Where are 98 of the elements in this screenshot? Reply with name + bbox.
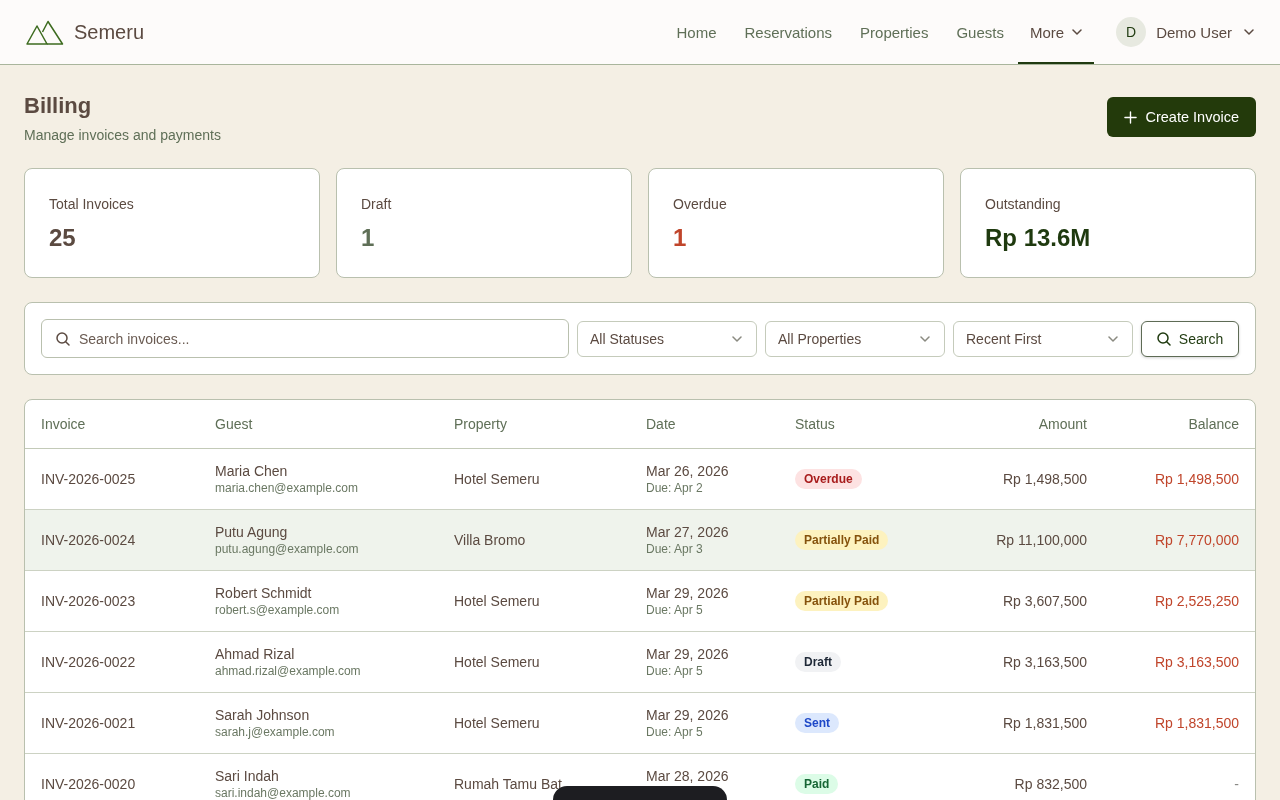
- filter-dropdown[interactable]: All Statuses: [577, 320, 757, 357]
- filter-dropdown[interactable]: Recent First: [953, 320, 1133, 357]
- invoice-date: Mar 27, 2026: [646, 523, 729, 541]
- property-name: Hotel Semeru: [454, 593, 541, 609]
- balance-amount: Rp 3,163,500: [1154, 654, 1239, 670]
- guest-email: sari.indah@example.com: [215, 785, 351, 800]
- invoice-amount: Rp 3,163,500: [1002, 654, 1087, 670]
- property-name: Hotel Semeru: [454, 471, 541, 487]
- due-date: Due: Apr 5: [646, 663, 703, 679]
- search-icon: [56, 332, 70, 346]
- brand-name: Semeru: [74, 20, 145, 44]
- guest-name: Ahmad Rizal: [215, 645, 295, 663]
- column-header: Guest: [215, 416, 254, 432]
- guest-email: ahmad.rizal@example.com: [215, 663, 361, 679]
- nav-link[interactable]: Home: [662, 0, 731, 64]
- invoice-number: INV-2026-0022: [41, 654, 137, 670]
- guest-email: robert.s@example.com: [215, 602, 340, 618]
- due-date: Due: Apr 5: [646, 724, 703, 740]
- avatar-circle: D: [1116, 17, 1147, 47]
- status-badge: Sent: [795, 713, 839, 733]
- chevron-down-icon: [1244, 29, 1254, 35]
- mountains-logo-icon: [26, 19, 64, 45]
- invoice-date: Mar 26, 2026: [646, 462, 729, 480]
- stat-value: 1: [361, 223, 376, 253]
- invoice-number: INV-2026-0021: [41, 715, 137, 731]
- stat-value: Rp 13.6M: [985, 223, 1092, 253]
- property-name: Rumah Tamu Bat: [454, 776, 563, 792]
- property-name: Villa Bromo: [454, 532, 527, 548]
- guest-name: Robert Schmidt: [215, 584, 312, 602]
- nav-link[interactable]: Properties: [846, 0, 943, 64]
- guest-email: sarah.j@example.com: [215, 724, 335, 740]
- user-menu[interactable]: D Demo User: [1116, 17, 1254, 47]
- invoice-date: Mar 29, 2026: [646, 706, 729, 724]
- guest-email: maria.chen@example.com: [215, 480, 358, 496]
- invoice-amount: Rp 1,498,500: [1002, 471, 1087, 487]
- column-header: Date: [646, 416, 677, 432]
- search-icon: [1156, 331, 1171, 346]
- guest-email: putu.agung@example.com: [215, 541, 359, 557]
- stat-value: 25: [49, 223, 77, 253]
- invoice-amount: Rp 1,831,500: [1002, 715, 1087, 731]
- balance-amount: Rp 2,525,250: [1154, 593, 1239, 609]
- invoice-number: INV-2026-0023: [41, 593, 137, 609]
- balance-amount: Rp 1,498,500: [1154, 471, 1239, 487]
- nav-link[interactable]: Reservations: [730, 0, 847, 64]
- due-date: Due: Apr 2: [646, 480, 703, 496]
- guest-name: Putu Agung: [215, 523, 288, 541]
- search-field[interactable]: Search invoices...: [41, 319, 569, 358]
- page-title: Billing: [24, 92, 93, 120]
- invoice-amount: Rp 3,607,500: [1002, 593, 1087, 609]
- balance-amount: -: [1234, 776, 1239, 792]
- invoice-date: Mar 29, 2026: [646, 645, 729, 663]
- invoice-number: INV-2026-0025: [41, 471, 137, 487]
- user-name: Demo User: [1156, 23, 1232, 41]
- status-badge: Paid: [795, 774, 839, 794]
- invoice-date: Mar 28, 2026: [646, 767, 729, 785]
- column-header: Balance: [1188, 416, 1239, 432]
- invoice-amount: Rp 11,100,000: [996, 532, 1087, 548]
- property-name: Hotel Semeru: [454, 715, 541, 731]
- table-row[interactable]: INV-2026-0021 Sarah Johnson sarah.j@example.com Hotel Semeru Mar 29, 2026 Due: Apr 5 Sent Rp 1,831,500 Rp 1,831,500: [25, 693, 1255, 754]
- chevron-down-icon: [732, 335, 742, 342]
- stat-value: 1: [673, 223, 688, 253]
- chevron-down-icon: [1072, 29, 1083, 35]
- search-button[interactable]: Search: [1141, 320, 1239, 357]
- table-row[interactable]: INV-2026-0022 Ahmad Rizal ahmad.rizal@example.com Hotel Semeru Mar 29, 2026 Due: Apr 5 Draft Rp 3,163,500 Rp 3,163,500: [25, 632, 1255, 693]
- column-header: Property: [454, 416, 508, 432]
- chevron-down-icon: [1108, 335, 1118, 342]
- guest-name: Sarah Johnson: [215, 706, 310, 724]
- balance-amount: Rp 1,831,500: [1154, 715, 1239, 731]
- status-badge: Partially Paid: [795, 530, 889, 550]
- status-badge: Partially Paid: [795, 591, 889, 611]
- due-date: Due: Apr 3: [646, 541, 703, 557]
- guest-name: Maria Chen: [215, 462, 288, 480]
- stat-label: Total Invoices: [49, 195, 135, 214]
- invoice-number: INV-2026-0020: [41, 776, 137, 792]
- filter-dropdown[interactable]: All Properties: [765, 320, 945, 357]
- column-header: Invoice: [41, 416, 87, 432]
- column-header: Amount: [1038, 416, 1087, 432]
- due-date: Due: Apr 5: [646, 602, 703, 618]
- property-name: Hotel Semeru: [454, 654, 541, 670]
- stat-label: Draft: [361, 195, 393, 214]
- page-subtitle: Manage invoices and payments: [24, 126, 221, 145]
- plus-icon: [1123, 110, 1137, 124]
- balance-amount: Rp 7,770,000: [1154, 532, 1239, 548]
- nav-link[interactable]: More: [1017, 0, 1095, 64]
- table-row[interactable]: INV-2026-0024 Putu Agung putu.agung@example.com Villa Bromo Mar 27, 2026 Due: Apr 3 Partially Paid Rp 11,100,000 Rp 7,770,000: [25, 510, 1255, 571]
- create-invoice-button[interactable]: Create Invoice: [1106, 97, 1256, 137]
- guest-name: Sari Indah: [215, 767, 279, 785]
- invoice-number: INV-2026-0024: [41, 532, 137, 548]
- status-badge: Draft: [795, 652, 841, 672]
- chevron-down-icon: [920, 335, 930, 342]
- column-header: Status: [795, 416, 836, 432]
- nav-link[interactable]: Guests: [942, 0, 1018, 64]
- stat-label: Overdue: [673, 195, 728, 214]
- table-row[interactable]: INV-2026-0023 Robert Schmidt robert.s@example.com Hotel Semeru Mar 29, 2026 Due: Apr 5 Partially Paid Rp 3,607,500 Rp 2,525,250: [25, 571, 1255, 632]
- status-badge: Overdue: [795, 469, 862, 489]
- invoice-date: Mar 29, 2026: [646, 584, 729, 602]
- stat-label: Outstanding: [985, 195, 1062, 214]
- invoice-amount: Rp 832,500: [1014, 776, 1087, 792]
